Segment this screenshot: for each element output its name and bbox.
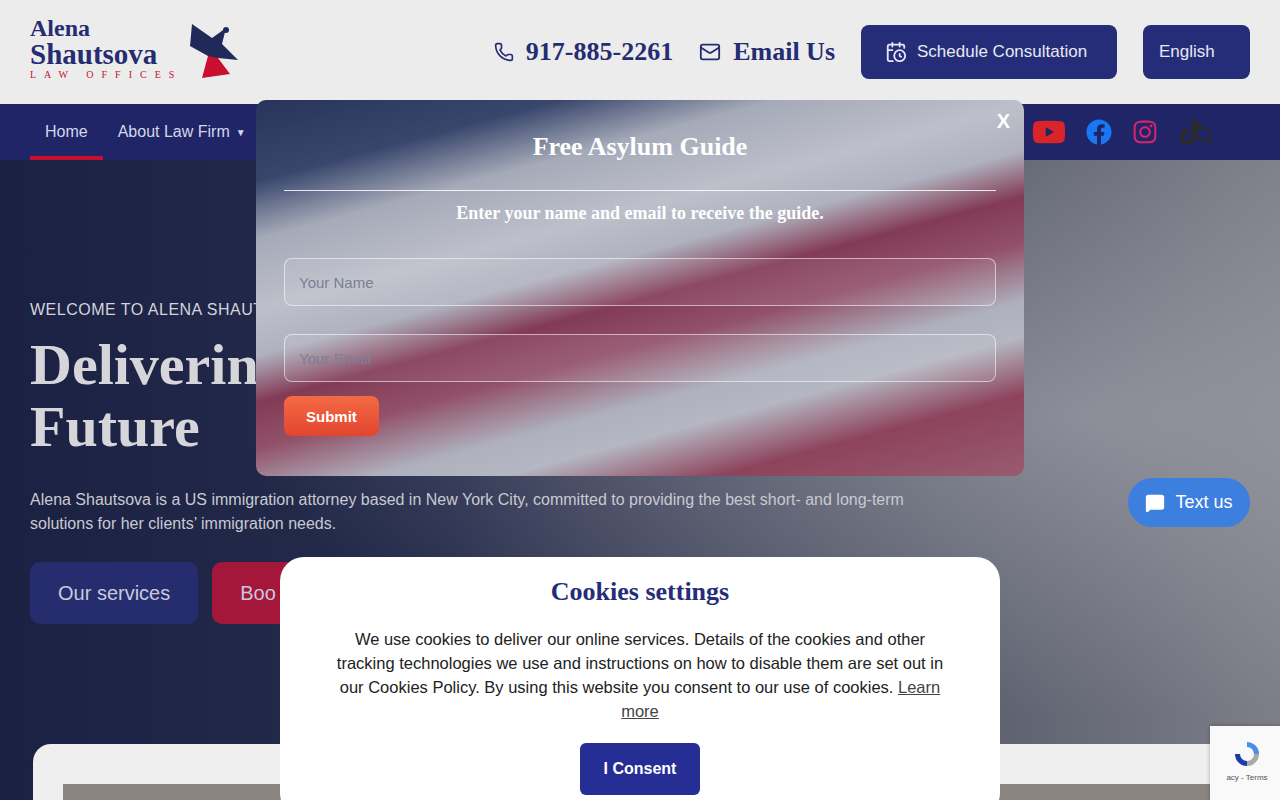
- language-button[interactable]: English: [1143, 25, 1250, 79]
- youtube-icon[interactable]: [1032, 115, 1066, 149]
- header-actions: 917-885-2261 Email Us Schedule Consultatio…: [494, 25, 1250, 79]
- hero-button[interactable]: Our services: [30, 562, 198, 624]
- social-link[interactable]: [1178, 119, 1204, 145]
- text-field[interactable]: [284, 258, 996, 306]
- dropdown-caret: ▼: [236, 127, 246, 138]
- consent-button[interactable]: I Consent: [580, 743, 700, 795]
- close-button[interactable]: X: [993, 106, 1014, 137]
- chat-icon: [1145, 493, 1165, 513]
- text-field[interactable]: [284, 334, 996, 382]
- learn-more-link[interactable]: Learn more: [621, 678, 940, 720]
- text-us-button[interactable]: Text us: [1128, 478, 1250, 527]
- social-link[interactable]: [1032, 115, 1066, 149]
- modal-form: [284, 258, 996, 382]
- social-link[interactable]: [1086, 119, 1112, 145]
- social-link[interactable]: [1132, 119, 1158, 145]
- modal-subtitle: Enter your name and email to receive the…: [284, 203, 996, 224]
- recaptcha-links[interactable]: acy - Terms: [1226, 773, 1267, 782]
- hero-text: Alena Shautsova is a US immigration atto…: [30, 488, 930, 536]
- logo[interactable]: AlenaShautsovaLAW OFFICES: [30, 16, 244, 88]
- site-header: AlenaShautsovaLAW OFFICES 917-885-2261 Ema…: [0, 0, 1280, 104]
- cookie-text: We use cookies to deliver our online ser…: [324, 627, 956, 723]
- page: AlenaShautsovaLAW OFFICES 917-885-2261 Ema…: [0, 0, 1280, 800]
- social-links: [1032, 104, 1250, 160]
- nav-item[interactable]: Home: [30, 104, 103, 160]
- instagram-icon[interactable]: [1132, 119, 1158, 145]
- calendar-icon: [885, 41, 907, 63]
- cookie-banner: Cookies settings We use cookies to delive…: [280, 557, 1000, 800]
- phone-icon: [494, 42, 514, 62]
- cookie-title: Cookies settings: [551, 575, 729, 609]
- nav-item[interactable]: About Law Firm▼: [103, 104, 261, 160]
- submit-button[interactable]: Submit: [284, 396, 379, 436]
- recaptcha-badge[interactable]: acy - Terms: [1210, 726, 1280, 800]
- email-link[interactable]: Email Us: [699, 37, 835, 67]
- schedule-button[interactable]: Schedule Consultation: [861, 25, 1117, 79]
- modal-divider: [284, 190, 996, 191]
- phone-link[interactable]: 917-885-2261: [494, 37, 673, 67]
- recaptcha-icon: [1232, 739, 1262, 769]
- search-icon[interactable]: [1194, 125, 1214, 145]
- facebook-icon[interactable]: [1086, 119, 1112, 145]
- search-button[interactable]: [1194, 125, 1214, 145]
- mail-icon: [699, 41, 721, 63]
- eagle-logo-icon: [182, 16, 244, 88]
- asylum-guide-modal: XFree Asylum Guide Enter your name and em…: [256, 100, 1024, 476]
- modal-title: Free Asylum Guide: [284, 130, 996, 164]
- logo-text: AlenaShautsovaLAW OFFICES: [30, 16, 182, 82]
